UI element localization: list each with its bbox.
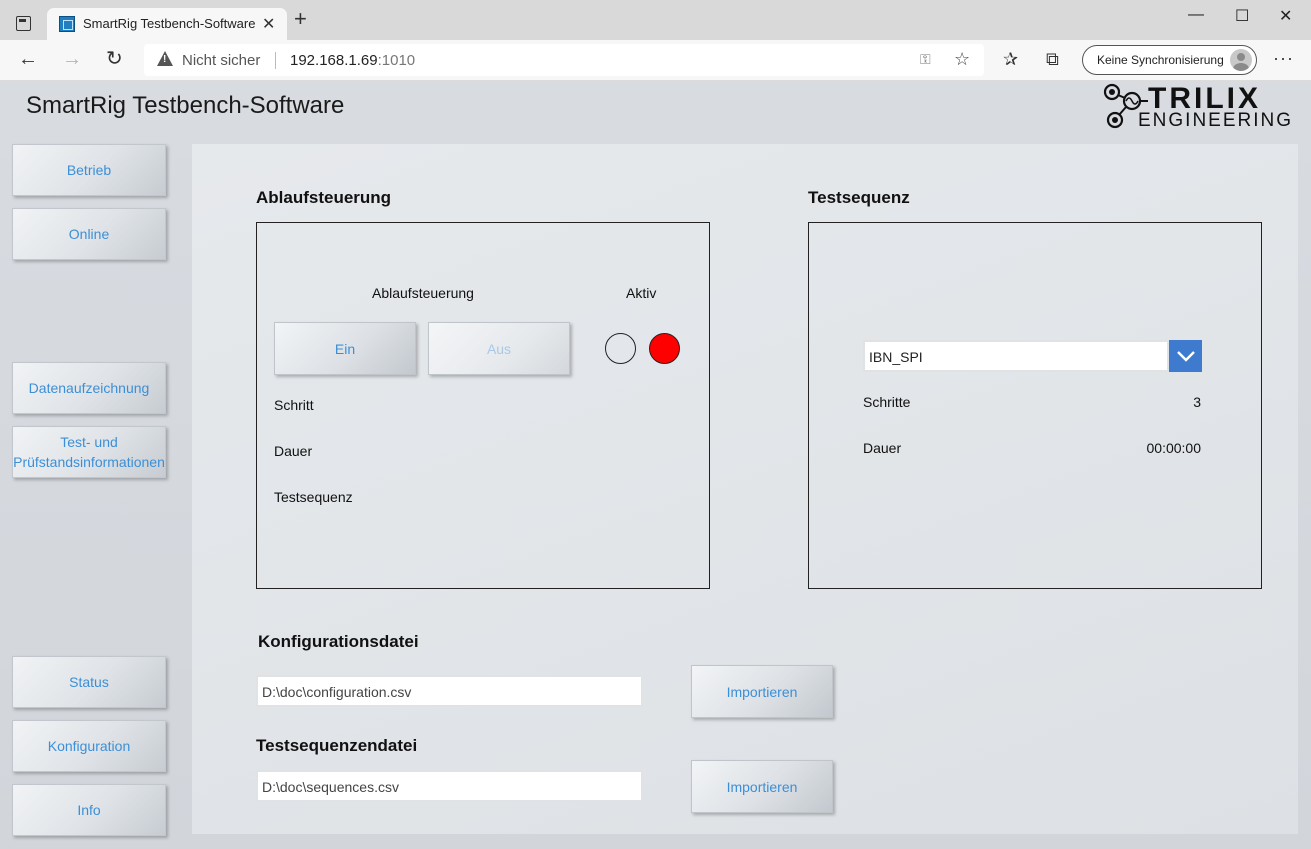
add-favorite-icon[interactable]: ☆: [954, 49, 970, 70]
dauer-label: Dauer: [274, 443, 313, 459]
trilix-logo: TRILIX ENGINEERING: [1102, 82, 1292, 132]
testsequenz-label: Testsequenz: [274, 489, 353, 505]
tab-title: SmartRig Testbench-Software: [83, 16, 256, 31]
url-host: 192.168.1.69: [290, 52, 378, 69]
sidebar-item-betrieb[interactable]: Betrieb: [12, 144, 166, 196]
config-import-button[interactable]: Importieren: [691, 665, 833, 718]
testsequenz-selected-value: IBN_SPI: [869, 349, 923, 365]
testsequenz-dauer-label: Dauer: [863, 440, 902, 456]
url-separator: [275, 52, 276, 69]
sync-label: Keine Synchronisierung: [1097, 53, 1224, 67]
sync-button[interactable]: Keine Synchronisierung: [1082, 45, 1257, 75]
aus-button[interactable]: Aus: [428, 322, 570, 375]
dropdown-button[interactable]: [1169, 340, 1202, 372]
schritte-value: 3: [1193, 394, 1201, 410]
ablauf-control-label: Ablaufsteuerung: [372, 285, 474, 301]
url-field[interactable]: Nicht sicher 192.168.1.69:1010 ⚿ ☆: [144, 44, 984, 76]
sidebar-item-datenaufzeichnung[interactable]: Datenaufzeichnung: [12, 362, 166, 414]
ablauf-active-label: Aktiv: [626, 285, 657, 301]
avatar: [1230, 49, 1252, 71]
main-content: Ablaufsteuerung Ablaufsteuerung Aktiv Ei…: [192, 144, 1298, 834]
favorites-icon[interactable]: ✰: [1003, 49, 1018, 70]
tab-actions-icon[interactable]: [16, 16, 31, 31]
sidebar-item-info[interactable]: Info: [12, 784, 166, 836]
status-led-off: [605, 333, 636, 364]
reload-button[interactable]: ↻: [106, 48, 123, 70]
sidebar-item-online[interactable]: Online: [12, 208, 166, 260]
more-menu-button[interactable]: ···: [1273, 48, 1294, 69]
tab-close-icon[interactable]: ✕: [262, 14, 275, 34]
sidebar-item-status[interactable]: Status: [12, 656, 166, 708]
sidebar-item-test-und-pruefstandsinformationen[interactable]: Test- und Prüfstandsinformationen: [12, 426, 166, 478]
minimize-button[interactable]: —: [1188, 6, 1204, 24]
new-tab-button[interactable]: +: [294, 8, 307, 30]
close-window-button[interactable]: ✕: [1279, 6, 1292, 26]
testsequenz-select[interactable]: IBN_SPI: [863, 340, 1169, 372]
schritt-label: Schritt: [274, 397, 314, 413]
warning-icon: [157, 51, 173, 66]
status-led-active: [649, 333, 680, 364]
not-secure-label[interactable]: Nicht sicher: [182, 52, 260, 69]
config-section-title: Konfigurationsdatei: [258, 632, 419, 651]
forward-button[interactable]: →: [62, 48, 82, 70]
collections-icon[interactable]: ⧉: [1046, 49, 1059, 70]
url-port: :1010: [377, 52, 416, 69]
back-button[interactable]: ←: [18, 48, 38, 70]
ein-button[interactable]: Ein: [274, 322, 416, 375]
schritte-label: Schritte: [863, 394, 911, 410]
url-text: 192.168.1.69:1010: [290, 52, 415, 69]
sidebar-item-konfiguration[interactable]: Konfiguration: [12, 720, 166, 772]
sequence-section-title: Testsequenzendatei: [256, 736, 418, 755]
config-path-field[interactable]: D:\doc\configuration.csv: [256, 675, 643, 707]
browser-tab[interactable]: SmartRig Testbench-Software ✕: [47, 8, 287, 40]
testsequenz-dauer-value: 00:00:00: [1146, 440, 1202, 456]
app-title: SmartRig Testbench-Software: [26, 92, 345, 119]
sequence-path-field[interactable]: D:\doc\sequences.csv: [256, 770, 643, 802]
key-icon[interactable]: ⚿: [920, 51, 931, 68]
browser-tab-bar: SmartRig Testbench-Software ✕ + — ☐ ✕: [0, 0, 1311, 40]
maximize-button[interactable]: ☐: [1235, 6, 1249, 26]
logo-text-engineering: ENGINEERING: [1138, 110, 1294, 131]
chevron-down-icon: [1176, 351, 1195, 362]
testsequenz-section-title: Testsequenz: [808, 188, 910, 207]
ablauf-panel: Ablaufsteuerung Aktiv Ein Aus Schritt Da…: [256, 222, 710, 589]
testsequenz-panel: IBN_SPI Schritte 3 Dauer 00:00:00: [808, 222, 1262, 589]
sequence-import-button[interactable]: Importieren: [691, 760, 833, 813]
favicon-icon: [59, 16, 75, 32]
ablauf-section-title: Ablaufsteuerung: [256, 188, 392, 207]
app-root: SmartRig Testbench-Software TRILIX ENGIN…: [0, 81, 1311, 849]
